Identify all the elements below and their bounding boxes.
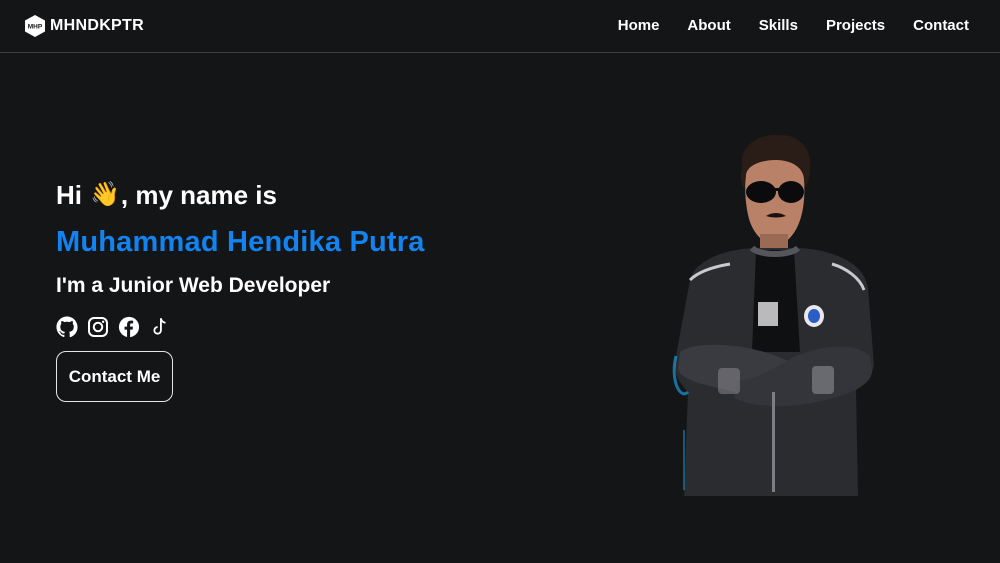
brand-logo-icon: MHP <box>25 15 45 37</box>
nav-link-contact[interactable]: Contact <box>913 17 969 34</box>
contact-me-button[interactable]: Contact Me <box>56 351 173 402</box>
profile-portrait <box>660 130 890 496</box>
nav-links: Home About Skills Projects Contact <box>618 17 969 35</box>
nav-link-projects[interactable]: Projects <box>826 17 885 34</box>
nav-link-about[interactable]: About <box>687 17 730 34</box>
full-name: Muhammad Hendika Putra <box>56 226 425 258</box>
hero-section: Hi 👋 , my name is Muhammad Hendika Putra… <box>56 176 516 402</box>
nav-link-skills[interactable]: Skills <box>759 17 798 34</box>
instagram-icon[interactable] <box>87 316 109 338</box>
social-links <box>56 316 516 338</box>
greeting-heading: Hi 👋 , my name is <box>56 176 516 214</box>
role-title: I'm a Junior Web Developer <box>56 274 331 297</box>
brand-logo-text: MHP <box>28 24 43 31</box>
tiktok-icon[interactable] <box>149 316 171 338</box>
greeting-rest: , my name is <box>120 180 277 210</box>
navbar: MHP MHNDKPTR Home About Skills Projects … <box>0 0 1000 53</box>
greeting-hi: Hi <box>56 180 82 210</box>
brand-name: MHNDKPTR <box>50 17 144 34</box>
wave-emoji-icon: 👋 <box>90 181 120 208</box>
github-icon[interactable] <box>56 316 78 338</box>
nav-link-home[interactable]: Home <box>618 17 660 34</box>
brand-link[interactable]: MHP MHNDKPTR <box>24 14 144 38</box>
facebook-icon[interactable] <box>118 316 140 338</box>
